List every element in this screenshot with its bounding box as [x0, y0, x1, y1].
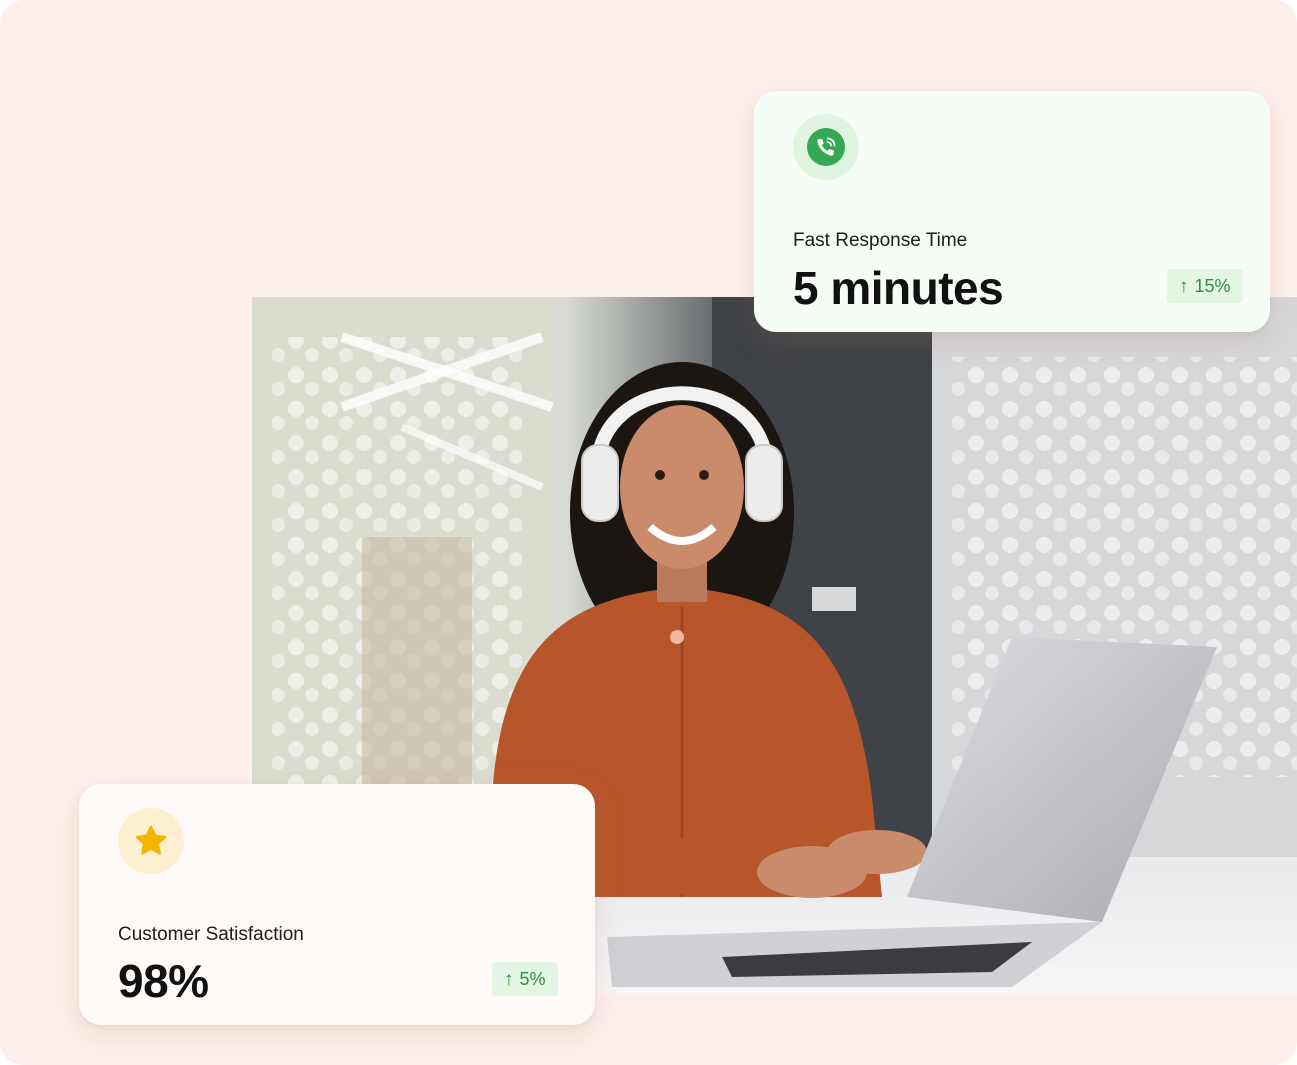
response-trend-value: 15%	[1194, 275, 1231, 296]
response-time-value: 5 minutes	[793, 262, 1004, 314]
response-trend-badge: ↑ 15%	[1167, 269, 1243, 303]
satisfaction-value: 98%	[118, 955, 209, 1007]
satisfaction-trend-value: 5%	[519, 968, 546, 989]
response-time-label: Fast Response Time	[793, 230, 968, 251]
satisfaction-trend-badge: ↑ 5%	[492, 962, 558, 996]
arrow-up-icon: ↑	[1179, 275, 1189, 297]
arrow-up-icon: ↑	[504, 968, 514, 990]
customer-satisfaction-card: Customer Satisfaction 98% ↑ 5%	[79, 784, 595, 1025]
star-icon	[118, 808, 184, 874]
response-time-card: Fast Response Time 5 minutes ↑ 15%	[754, 91, 1270, 332]
phone-call-icon	[793, 114, 859, 180]
satisfaction-label: Customer Satisfaction	[118, 924, 304, 945]
